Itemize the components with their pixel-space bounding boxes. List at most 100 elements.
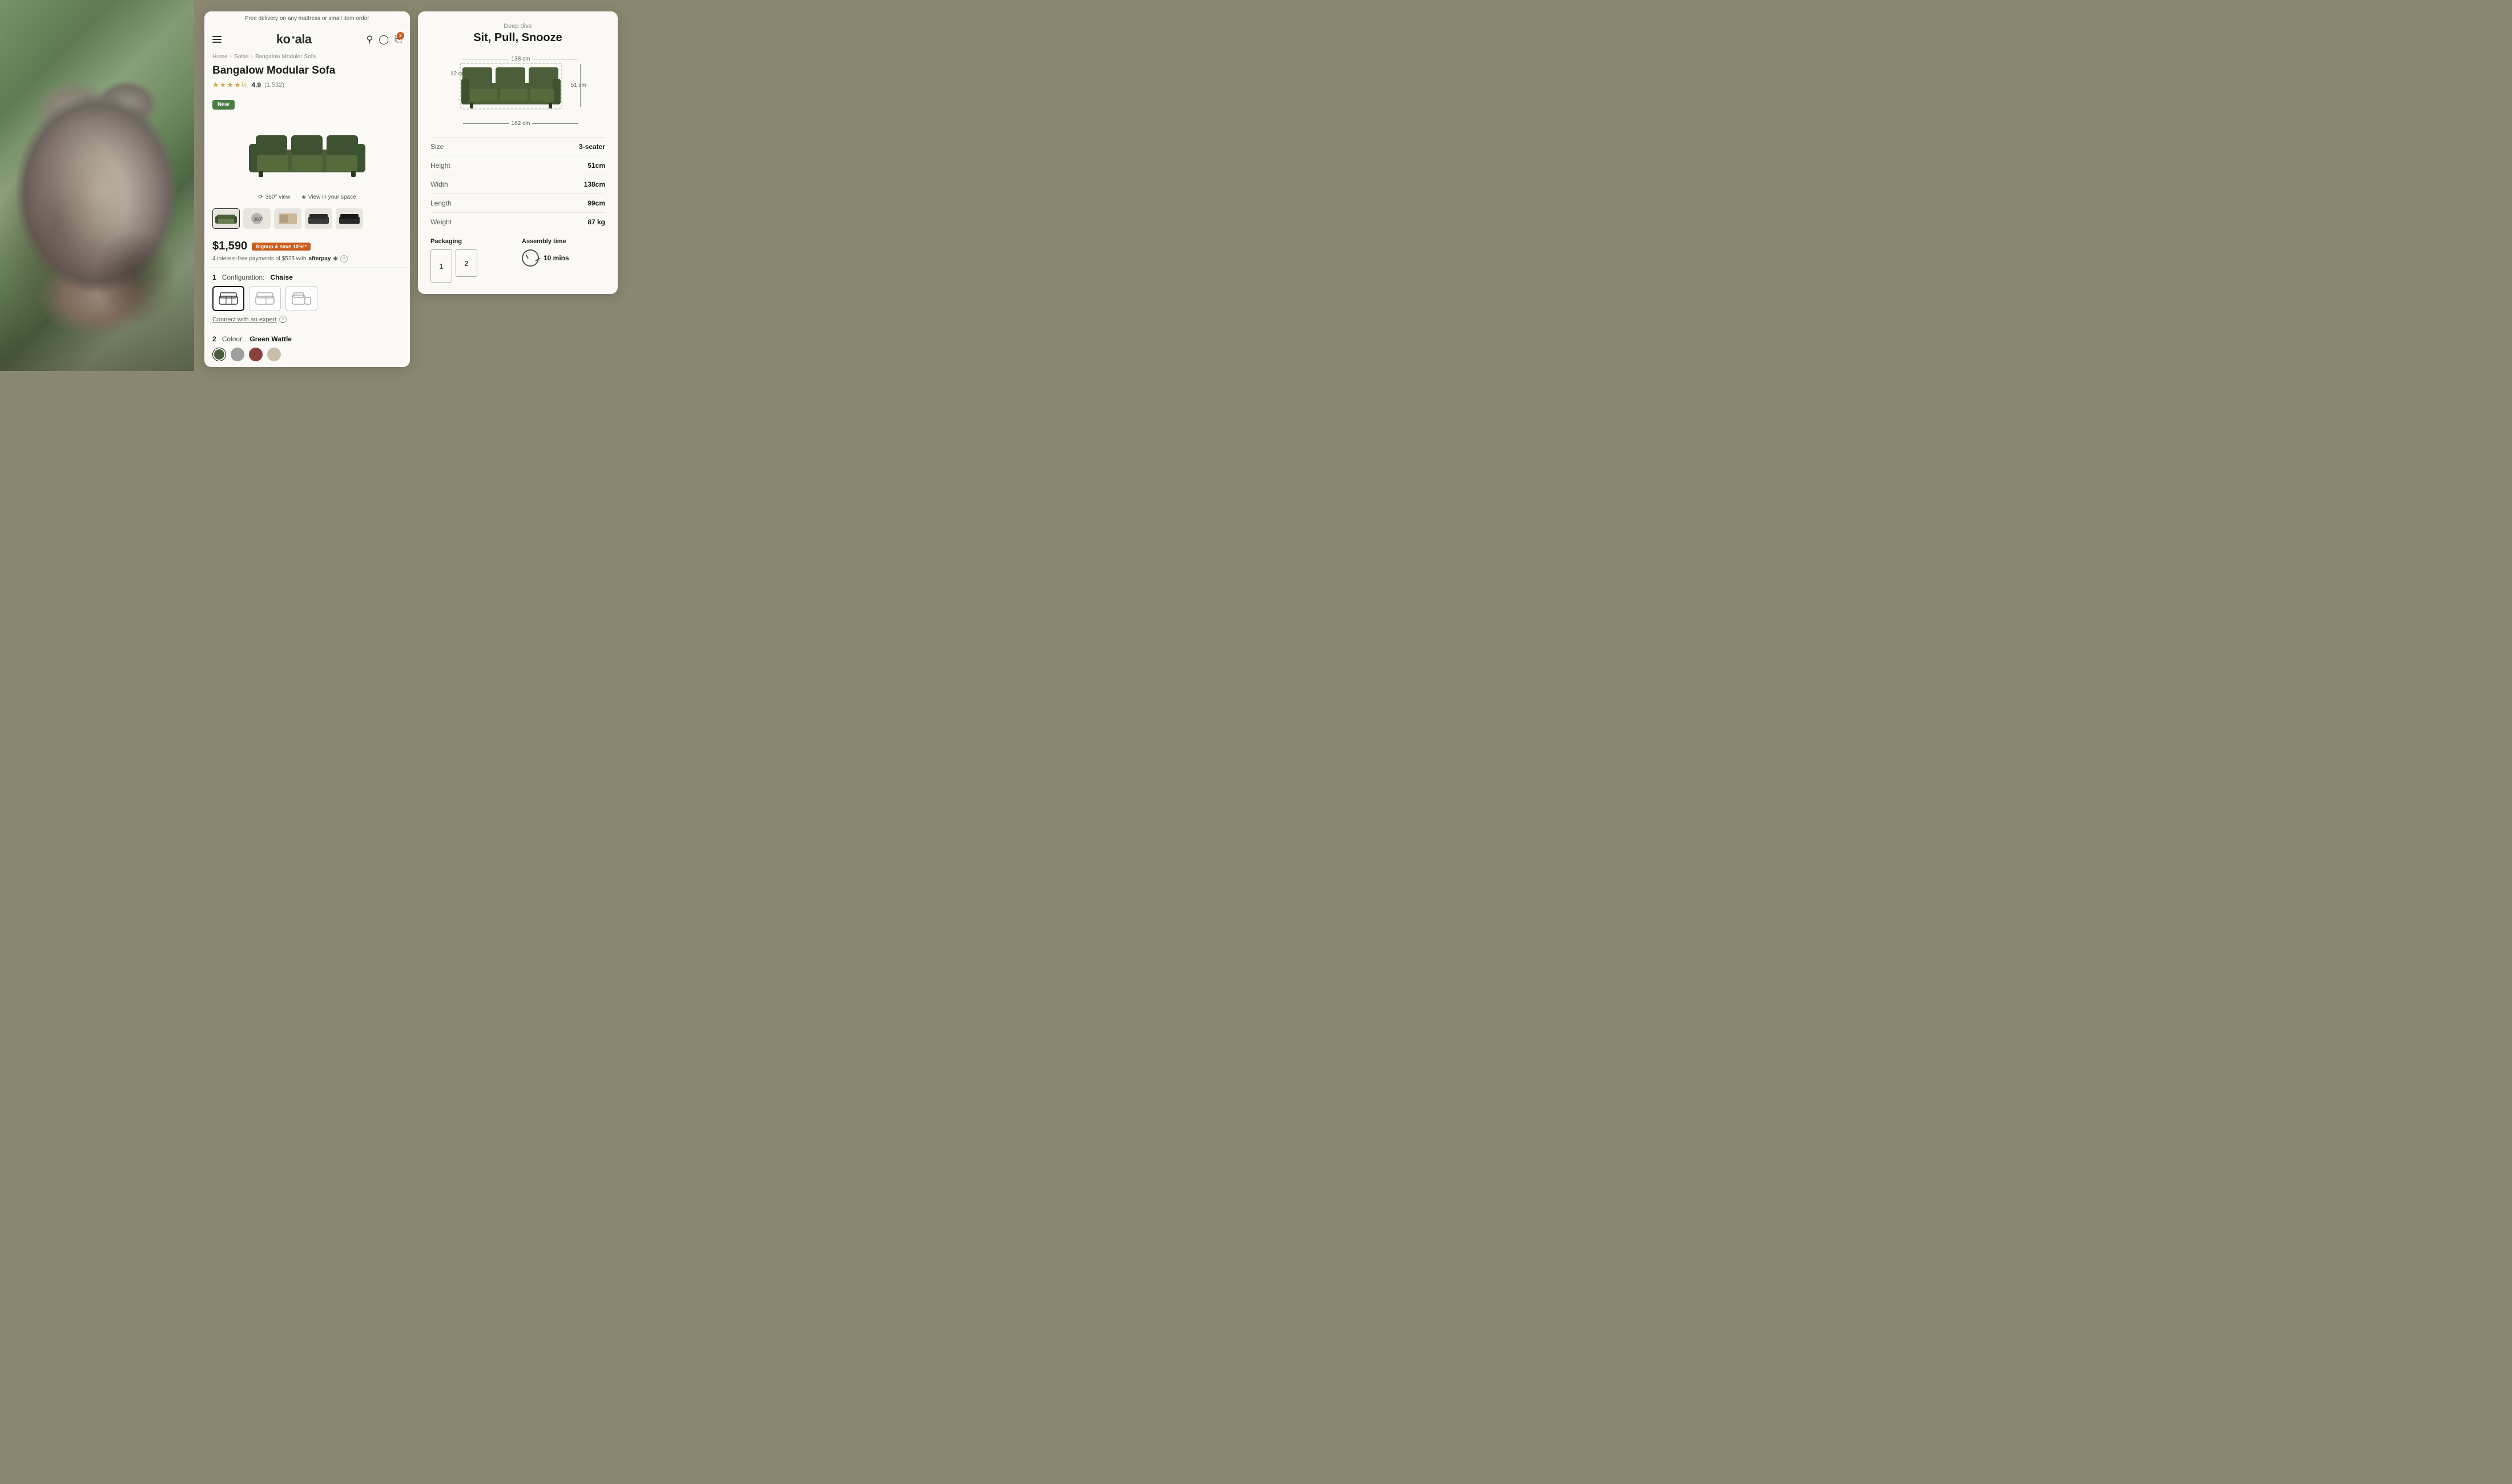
colour-label: 2 Colour: Green Wattle xyxy=(212,335,402,343)
spec-row: Length99cm xyxy=(430,194,605,213)
spec-row: Weight87 kg xyxy=(430,213,605,232)
card-header: koala ⚲ ◯ ⎘ 2 xyxy=(204,26,410,53)
header-icons: ⚲ ◯ ⎘ 2 xyxy=(367,34,402,45)
packaging-label: Packaging xyxy=(430,238,514,245)
assembly-content: 10 mins xyxy=(522,249,605,267)
image-actions: ⟳ 360° view ◈ View in your space xyxy=(212,194,402,200)
afterpay-help-icon[interactable]: ? xyxy=(340,255,348,263)
dim-header: Deep dive Sit, Pull, Snooze xyxy=(430,23,605,45)
dim-top-line: 138 cm xyxy=(463,56,578,62)
search-icon[interactable]: ⚲ xyxy=(367,34,373,45)
swatch-cream[interactable] xyxy=(267,348,281,361)
spec-label: Width xyxy=(430,175,509,194)
spec-value: 99cm xyxy=(509,194,605,213)
spec-label: Height xyxy=(430,156,509,175)
thumbnail-3[interactable] xyxy=(274,208,301,229)
config-section: 1 Configuration: Chaise xyxy=(204,267,410,329)
cart-button[interactable]: ⎘ 2 xyxy=(394,34,402,45)
config-chaise-button[interactable] xyxy=(212,286,244,311)
view-space-label: View in your space xyxy=(308,194,356,200)
connect-help-icon: ? xyxy=(279,316,287,323)
product-title-area: Bangalow Modular Sofa ★★★★½ 4.9 (1,532) xyxy=(204,64,410,95)
package-box-1: 1 xyxy=(430,249,452,283)
thumbnail-2[interactable]: 360° xyxy=(243,208,271,229)
dim-right-label: 51 cm xyxy=(571,82,586,88)
afterpay-text: 4 interest-free payments of $525 with xyxy=(212,256,307,262)
product-card: Free delivery on any mattress or small i… xyxy=(204,11,410,367)
dim-diagram: 138 cm 12 cm 51 cm xyxy=(449,54,586,128)
view-360-button[interactable]: ⟳ 360° view xyxy=(258,194,290,200)
review-count: (1,532) xyxy=(264,82,284,88)
config-label-text: Configuration: xyxy=(222,273,265,281)
spec-value: 138cm xyxy=(509,175,605,194)
spec-value: 87 kg xyxy=(509,213,605,232)
config-option-2-button[interactable] xyxy=(249,286,281,311)
main-content: Free delivery on any mattress or small i… xyxy=(194,0,628,371)
specs-table: Size3-seaterHeight51cmWidth138cmLength99… xyxy=(430,137,605,231)
config-value: Chaise xyxy=(270,273,292,281)
dim-right-line xyxy=(580,64,581,107)
svg-text:360°: 360° xyxy=(253,217,263,222)
promo-banner: Free delivery on any mattress or small i… xyxy=(204,11,410,26)
breadcrumb-home[interactable]: Home xyxy=(212,54,228,60)
swatch-grey[interactable] xyxy=(231,348,244,361)
koala-photo xyxy=(0,0,194,371)
spec-row: Width138cm xyxy=(430,175,605,194)
config-options xyxy=(212,286,402,311)
rating-number: 4.9 xyxy=(251,81,261,89)
cart-count: 2 xyxy=(397,32,404,39)
star-icons: ★★★★½ xyxy=(212,80,248,90)
sofa-main-svg xyxy=(244,121,370,184)
rotate-icon: ⟳ xyxy=(258,194,263,200)
hamburger-menu-icon[interactable] xyxy=(212,36,222,43)
dimensions-card: Deep dive Sit, Pull, Snooze 138 cm 12 cm… xyxy=(418,11,618,294)
logo-dot xyxy=(292,36,295,39)
dim-bottom-line: 162 cm xyxy=(463,120,578,127)
new-badge: New xyxy=(212,100,235,110)
afterpay-info: 4 interest-free payments of $525 with af… xyxy=(212,255,402,263)
product-price: $1,590 xyxy=(212,240,247,253)
spec-row: Height51cm xyxy=(430,156,605,175)
colour-swatches xyxy=(212,348,402,361)
config-option-3-button[interactable] xyxy=(285,286,317,311)
assembly-label: Assembly time xyxy=(522,238,605,245)
colour-step: 2 xyxy=(212,335,216,343)
logo[interactable]: koala xyxy=(276,32,312,47)
sofa-dim-svg xyxy=(460,63,568,111)
colour-section: 2 Colour: Green Wattle xyxy=(204,329,410,367)
spec-row: Size3-seater xyxy=(430,138,605,156)
dim-bottom-label: 162 cm xyxy=(509,120,533,127)
dim-subtitle: Deep dive xyxy=(430,23,605,30)
dim-top-label: 138 cm xyxy=(509,56,533,62)
connect-expert-label: Connect with an expert xyxy=(212,316,277,323)
config-label: 1 Configuration: Chaise xyxy=(212,273,402,281)
breadcrumb-sofas[interactable]: Sofas xyxy=(234,54,249,60)
packaging-row: Packaging 1 2 Assembly time xyxy=(430,238,605,283)
spec-value: 3-seater xyxy=(509,138,605,156)
swatch-terracotta[interactable] xyxy=(249,348,263,361)
product-title: Bangalow Modular Sofa xyxy=(212,64,402,77)
config-step: 1 xyxy=(212,273,216,281)
dim-title: Sit, Pull, Snooze xyxy=(430,31,605,45)
assembly-time: 10 mins xyxy=(544,254,569,262)
promo-text: Free delivery on any mattress or small i… xyxy=(245,15,369,22)
packaging-col: Packaging 1 2 xyxy=(430,238,514,283)
thumbnail-row: 360° xyxy=(204,206,410,235)
signup-badge[interactable]: Signup & save 10%!* xyxy=(252,243,311,251)
thumbnail-4[interactable] xyxy=(305,208,332,229)
rating-row: ★★★★½ 4.9 (1,532) xyxy=(212,80,402,90)
connect-expert-link[interactable]: Connect with an expert ? xyxy=(212,316,402,323)
spec-label: Weight xyxy=(430,213,509,232)
package-boxes: 1 2 xyxy=(430,249,514,283)
spec-value: 51cm xyxy=(509,156,605,175)
account-icon[interactable]: ◯ xyxy=(379,34,389,45)
thumbnail-1[interactable] xyxy=(212,208,240,229)
thumbnail-5[interactable] xyxy=(336,208,363,229)
view-space-button[interactable]: ◈ View in your space xyxy=(301,194,356,200)
clock-icon xyxy=(522,249,539,267)
assembly-col: Assembly time 10 mins xyxy=(522,238,605,267)
afterpay-logo: afterpay xyxy=(309,256,331,262)
view-360-label: 360° view xyxy=(265,194,290,200)
swatch-green-wattle[interactable] xyxy=(212,348,226,361)
product-image-area: ⟳ 360° view ◈ View in your space xyxy=(204,110,410,206)
